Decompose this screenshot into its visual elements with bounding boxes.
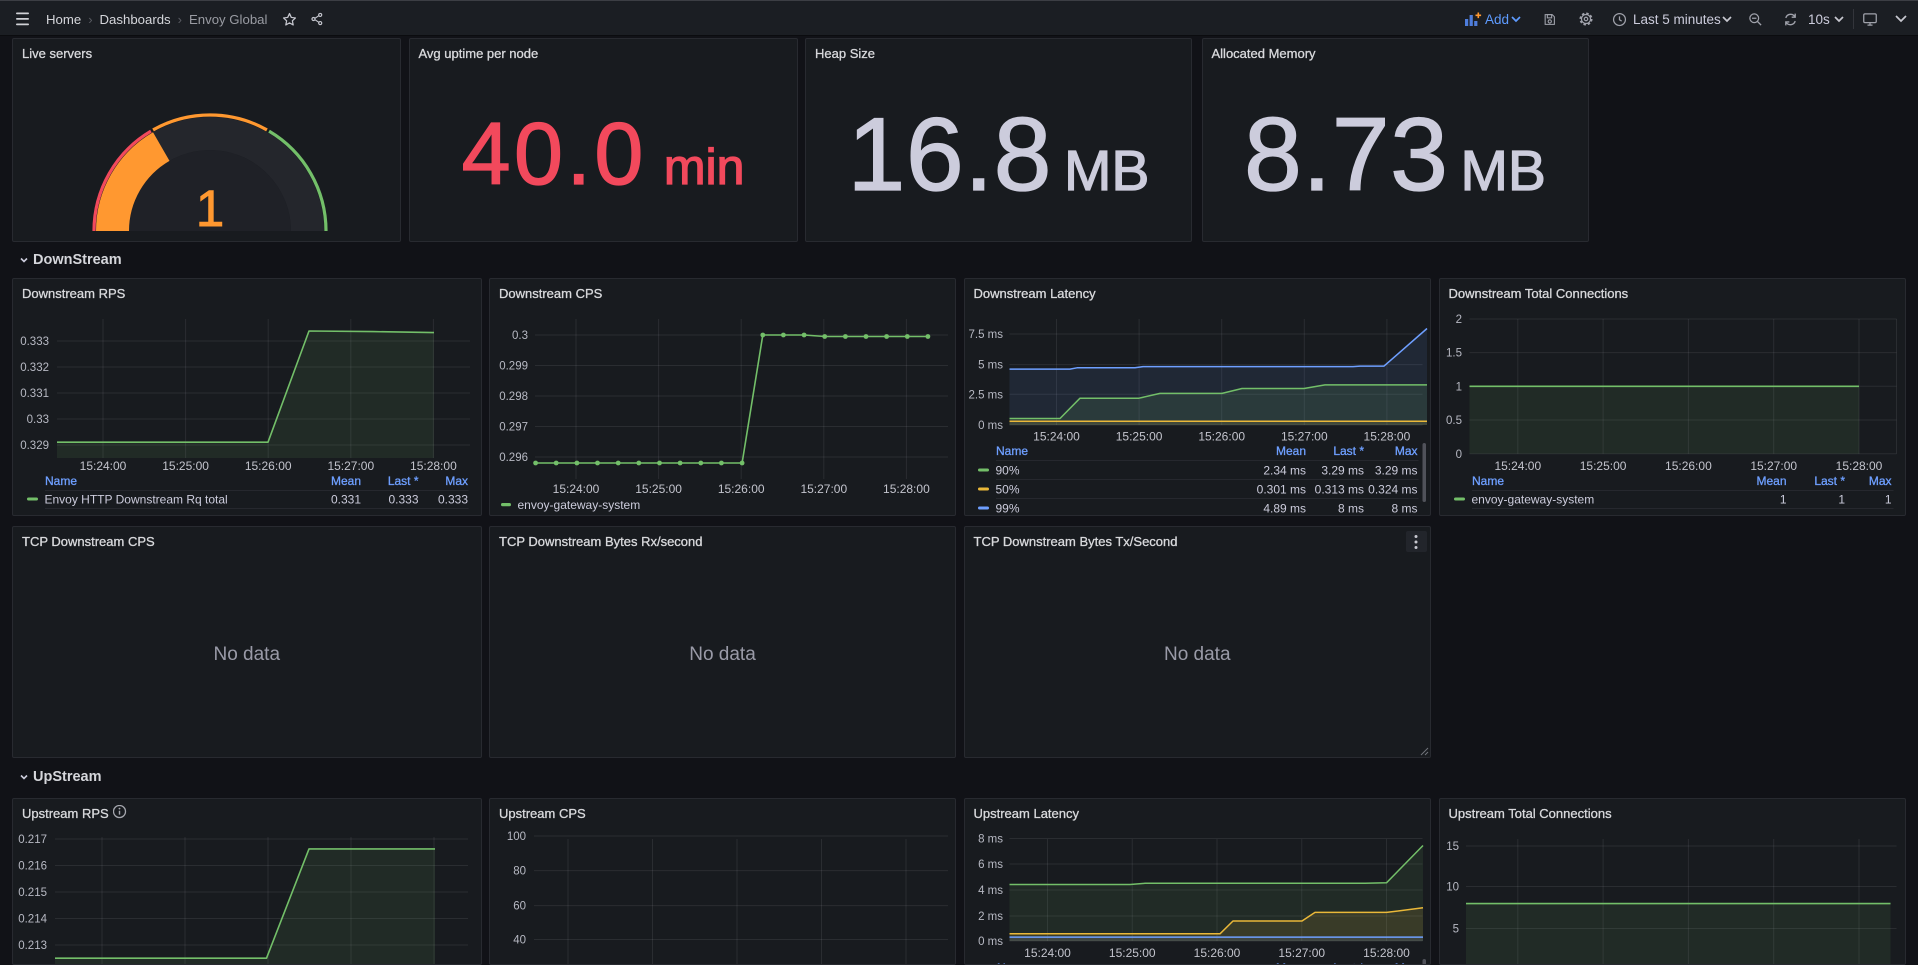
svg-text:2 ms: 2 ms	[978, 911, 1003, 923]
svg-text:0.214: 0.214	[18, 914, 47, 926]
svg-text:15:26:00: 15:26:00	[1193, 946, 1240, 960]
svg-text:15:25:00: 15:25:00	[1108, 946, 1155, 960]
svg-text:15:26:00: 15:26:00	[1665, 459, 1712, 473]
svg-text:4.89 ms: 4.89 ms	[1263, 502, 1306, 516]
svg-text:envoy-gateway-system: envoy-gateway-system	[518, 498, 641, 512]
svg-text:0.299: 0.299	[499, 361, 528, 373]
svg-text:8 ms: 8 ms	[1391, 502, 1417, 516]
svg-text:15:28:00: 15:28:00	[1363, 430, 1410, 444]
svg-text:15:24:00: 15:24:00	[1024, 946, 1071, 960]
svg-text:0: 0	[1455, 449, 1461, 461]
svg-text:15:24:00: 15:24:00	[553, 482, 600, 496]
svg-text:2.5 ms: 2.5 ms	[968, 389, 1003, 401]
svg-text:15:28:00: 15:28:00	[883, 482, 930, 496]
svg-text:1.5: 1.5	[1446, 348, 1462, 360]
svg-text:0 ms: 0 ms	[978, 936, 1003, 948]
svg-text:Last *: Last *	[1333, 444, 1364, 458]
svg-text:Name: Name	[45, 474, 77, 488]
svg-text:15: 15	[1446, 841, 1459, 853]
svg-text:0.217: 0.217	[18, 834, 47, 846]
svg-text:Max: Max	[1868, 474, 1891, 488]
svg-text:3.29 ms: 3.29 ms	[1321, 464, 1364, 478]
svg-text:0.213: 0.213	[18, 940, 47, 952]
svg-text:0.5: 0.5	[1446, 415, 1462, 427]
svg-text:1: 1	[1838, 493, 1845, 507]
svg-text:0.216: 0.216	[18, 861, 47, 873]
svg-text:5: 5	[1452, 924, 1458, 936]
svg-text:15:27:00: 15:27:00	[1278, 946, 1325, 960]
svg-text:0.333: 0.333	[438, 493, 468, 507]
svg-text:0.333: 0.333	[20, 336, 49, 348]
svg-text:0.298: 0.298	[499, 391, 528, 403]
svg-text:15:28:00: 15:28:00	[1363, 946, 1410, 960]
svg-text:15:28:00: 15:28:00	[410, 459, 457, 473]
svg-text:0.215: 0.215	[18, 887, 47, 899]
svg-text:0.301 ms: 0.301 ms	[1256, 483, 1305, 497]
svg-text:0.331: 0.331	[331, 493, 361, 507]
svg-text:0.297: 0.297	[499, 422, 528, 434]
svg-text:2.34 ms: 2.34 ms	[1263, 464, 1306, 478]
svg-text:1: 1	[1884, 493, 1891, 507]
svg-text:15:25:00: 15:25:00	[1115, 430, 1162, 444]
svg-text:0.324 ms: 0.324 ms	[1368, 483, 1417, 497]
svg-text:15:27:00: 15:27:00	[1280, 430, 1327, 444]
svg-text:15:24:00: 15:24:00	[80, 459, 127, 473]
svg-text:Last *: Last *	[1333, 961, 1364, 965]
svg-text:15:25:00: 15:25:00	[635, 482, 682, 496]
svg-text:15:27:00: 15:27:00	[1750, 459, 1797, 473]
svg-text:Last *: Last *	[1814, 474, 1845, 488]
svg-text:Mean: Mean	[331, 474, 361, 488]
svg-text:envoy-gateway-system: envoy-gateway-system	[1471, 493, 1594, 507]
svg-text:0.313 ms: 0.313 ms	[1314, 483, 1363, 497]
svg-text:80: 80	[513, 866, 526, 878]
svg-text:99%: 99%	[995, 502, 1019, 516]
svg-text:60: 60	[513, 901, 526, 913]
svg-text:6 ms: 6 ms	[978, 859, 1003, 871]
svg-text:0.329: 0.329	[20, 440, 49, 452]
svg-text:2: 2	[1455, 314, 1461, 326]
svg-text:15:26:00: 15:26:00	[718, 482, 765, 496]
svg-text:0.333: 0.333	[388, 493, 418, 507]
svg-text:Mean: Mean	[1756, 474, 1786, 488]
svg-text:15:26:00: 15:26:00	[245, 459, 292, 473]
svg-text:1: 1	[1455, 381, 1461, 393]
svg-text:50%: 50%	[995, 483, 1019, 497]
svg-text:90%: 90%	[995, 464, 1019, 478]
svg-text:7.5 ms: 7.5 ms	[968, 329, 1003, 341]
svg-text:Last *: Last *	[388, 474, 419, 488]
svg-text:5 ms: 5 ms	[978, 360, 1003, 372]
svg-text:10: 10	[1446, 882, 1459, 894]
svg-text:4 ms: 4 ms	[978, 885, 1003, 897]
svg-text:1: 1	[1779, 493, 1786, 507]
svg-text:Envoy HTTP Downstream Rq total: Envoy HTTP Downstream Rq total	[45, 493, 228, 507]
svg-text:1: 1	[196, 180, 224, 237]
svg-text:15:24:00: 15:24:00	[1494, 459, 1541, 473]
svg-text:15:26:00: 15:26:00	[1198, 430, 1245, 444]
svg-text:0.33: 0.33	[27, 414, 49, 426]
svg-text:8 ms: 8 ms	[1337, 502, 1363, 516]
svg-text:Name: Name	[996, 444, 1028, 458]
svg-text:15:27:00: 15:27:00	[800, 482, 847, 496]
svg-text:15:24:00: 15:24:00	[1033, 430, 1080, 444]
svg-text:15:28:00: 15:28:00	[1835, 459, 1882, 473]
svg-text:Max: Max	[445, 474, 468, 488]
svg-text:Name: Name	[997, 961, 1029, 965]
svg-text:Max: Max	[1394, 961, 1417, 965]
svg-text:0.296: 0.296	[499, 452, 528, 464]
svg-text:15:25:00: 15:25:00	[162, 459, 209, 473]
svg-text:0 ms: 0 ms	[978, 420, 1003, 432]
svg-text:100: 100	[507, 831, 526, 843]
svg-text:3.29 ms: 3.29 ms	[1374, 464, 1417, 478]
svg-text:Name: Name	[1472, 474, 1504, 488]
svg-text:0.331: 0.331	[20, 388, 49, 400]
svg-text:8 ms: 8 ms	[978, 834, 1003, 846]
svg-text:Max: Max	[1394, 444, 1417, 458]
svg-text:0.3: 0.3	[512, 330, 528, 342]
svg-text:15:25:00: 15:25:00	[1579, 459, 1626, 473]
svg-text:0.332: 0.332	[20, 362, 49, 374]
svg-text:Mean: Mean	[1275, 961, 1305, 965]
svg-text:40: 40	[513, 935, 526, 947]
svg-text:15:27:00: 15:27:00	[327, 459, 374, 473]
svg-text:Mean: Mean	[1275, 444, 1305, 458]
